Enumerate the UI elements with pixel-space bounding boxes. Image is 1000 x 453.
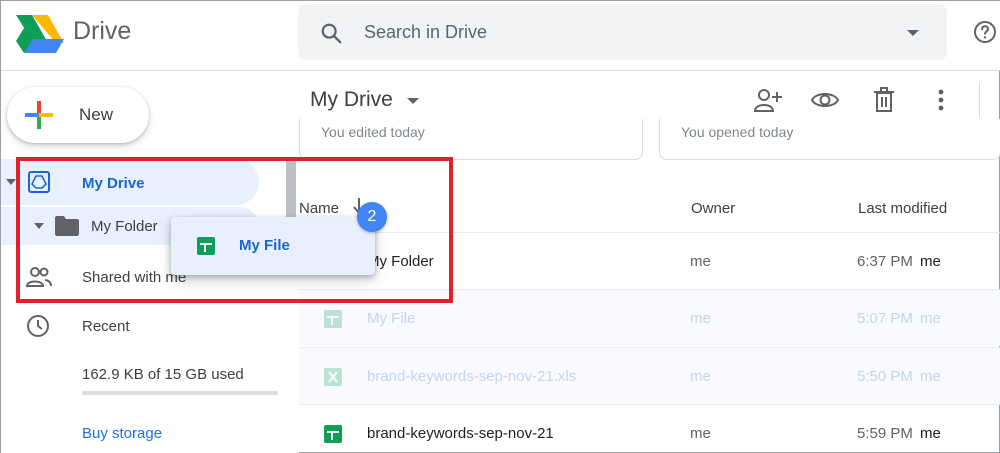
table-row[interactable]: brand-keywords-sep-nov-21 me 5:59 PM me <box>299 404 1000 453</box>
suggested-card[interactable]: You opened today <box>659 119 1000 160</box>
new-button[interactable]: New <box>7 87 149 143</box>
column-header-owner[interactable]: Owner <box>691 200 735 217</box>
file-owner: me <box>690 253 711 270</box>
sheets-icon <box>197 237 215 255</box>
file-modified-by: me <box>920 310 941 327</box>
file-owner: me <box>690 425 711 442</box>
sheets-icon <box>324 310 342 328</box>
trash-icon[interactable] <box>870 87 898 113</box>
sheets-icon <box>324 425 342 443</box>
sidebar-scrollbar-thumb[interactable] <box>286 161 296 225</box>
search-options-chevron-down-icon[interactable] <box>907 30 919 36</box>
preview-eye-icon[interactable] <box>811 87 839 113</box>
table-row[interactable]: My File me 5:07 PM me <box>299 289 1000 346</box>
file-modified: 5:59 PM <box>857 425 913 442</box>
share-add-person-icon[interactable] <box>754 87 782 113</box>
file-name: My File <box>367 310 416 327</box>
card-label: You opened today <box>681 124 794 140</box>
sidebar-item-recent[interactable]: Recent <box>1 306 259 346</box>
suggested-card[interactable]: You edited today <box>299 119 643 160</box>
file-name: My Folder <box>367 253 434 270</box>
file-modified: 6:37 PM <box>857 253 913 270</box>
file-modified-by: me <box>920 253 941 270</box>
help-icon[interactable] <box>973 20 997 44</box>
file-owner: me <box>690 368 711 385</box>
file-name: brand-keywords-sep-nov-21 <box>367 425 554 442</box>
drag-preview[interactable]: My File <box>171 217 375 275</box>
column-header-last-modified[interactable]: Last modified <box>858 200 947 217</box>
expand-my-folder-icon[interactable] <box>34 223 44 229</box>
sidebar-item-label: My Drive <box>82 175 145 192</box>
storage-usage-bar <box>82 391 278 395</box>
expand-my-drive-icon[interactable] <box>6 179 16 185</box>
my-drive-icon <box>28 171 50 193</box>
new-button-label: New <box>79 105 114 124</box>
card-label: You edited today <box>321 124 425 140</box>
excel-icon <box>324 368 342 386</box>
file-modified: 5:07 PM <box>857 310 913 327</box>
folder-icon <box>55 216 79 236</box>
search-icon[interactable] <box>320 22 342 44</box>
drag-count-badge: 2 <box>357 202 387 232</box>
buy-storage-link[interactable]: Buy storage <box>82 425 162 442</box>
more-options-icon[interactable] <box>927 87 955 113</box>
toolbar-divider <box>979 83 980 117</box>
clock-icon <box>27 315 49 337</box>
sidebar-item-my-drive[interactable]: My Drive <box>1 159 259 205</box>
drag-preview-label: My File <box>239 237 290 254</box>
sidebar-item-label: Recent <box>82 318 130 335</box>
table-row[interactable]: brand-keywords-sep-nov-21.xls me 5:50 PM… <box>299 347 1000 404</box>
new-plus-icon <box>25 101 53 129</box>
app-brand[interactable]: Drive <box>73 17 131 46</box>
search-bar[interactable] <box>298 4 947 60</box>
drive-logo-icon[interactable] <box>15 13 65 55</box>
page-title[interactable]: My Drive <box>310 88 393 112</box>
people-icon <box>26 267 52 287</box>
sidebar-item-label: My Folder <box>91 218 158 235</box>
title-chevron-down-icon[interactable] <box>407 98 419 104</box>
file-modified-by: me <box>920 368 941 385</box>
file-name: brand-keywords-sep-nov-21.xls <box>367 368 577 385</box>
file-modified: 5:50 PM <box>857 368 913 385</box>
search-input[interactable] <box>364 18 884 46</box>
file-modified-by: me <box>920 425 941 442</box>
file-owner: me <box>690 310 711 327</box>
column-header-name[interactable]: Name <box>299 200 339 217</box>
table-row[interactable]: My Folder me 6:37 PM me <box>299 232 1000 289</box>
storage-usage-text: 162.9 KB of 15 GB used <box>82 366 244 383</box>
app-header: Drive <box>1 1 1000 71</box>
